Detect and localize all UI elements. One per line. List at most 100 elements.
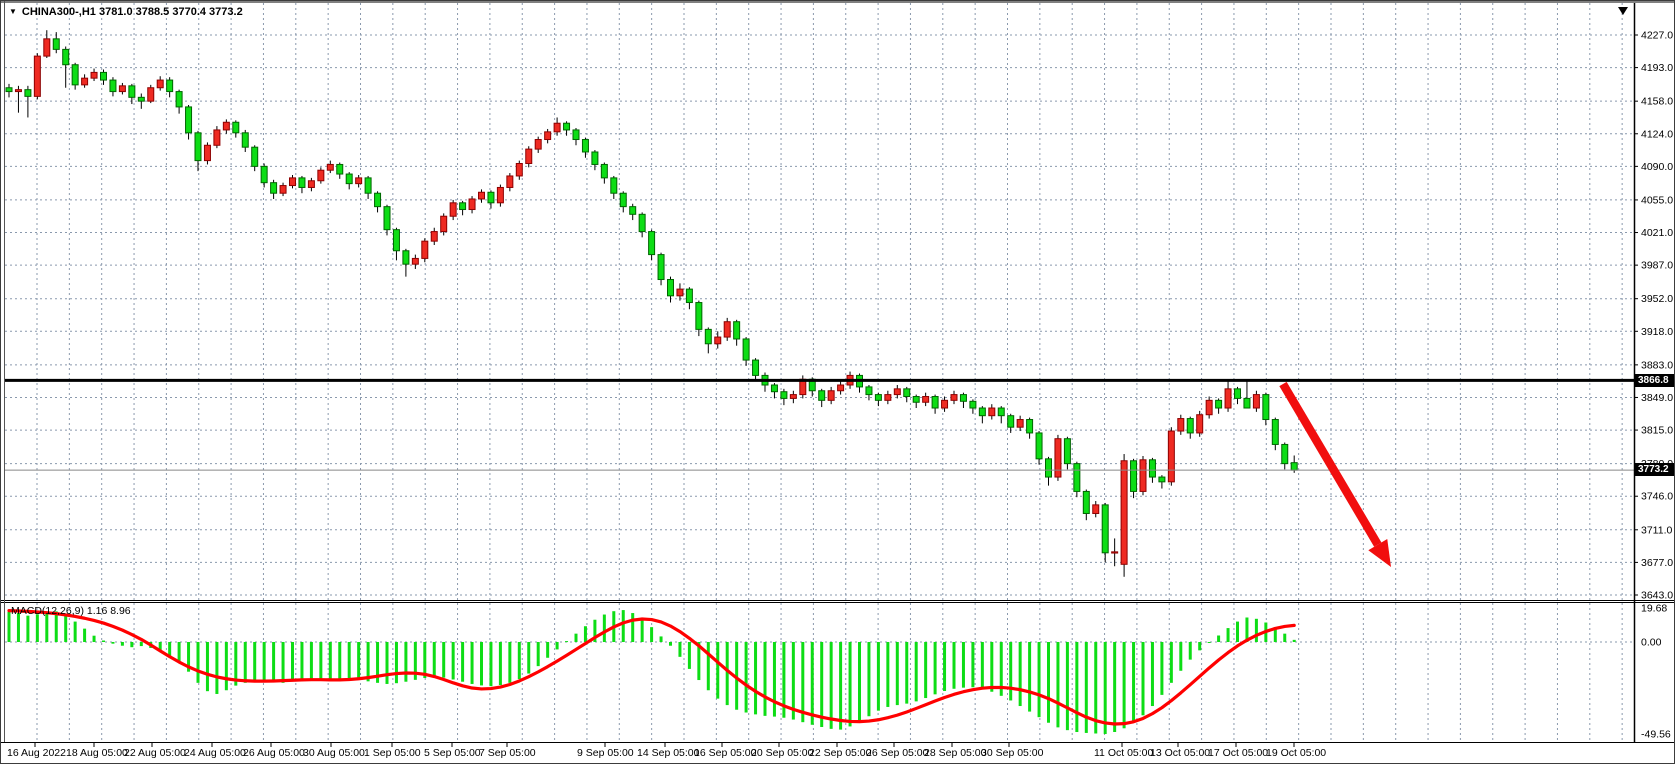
macd-histogram-bar <box>93 636 96 642</box>
candle-up <box>1140 460 1146 492</box>
candle-up <box>469 199 475 210</box>
chart-window: 4227.04193.04158.04124.04090.04055.04021… <box>0 0 1675 764</box>
macd-histogram-bar <box>461 642 464 682</box>
macd-histogram-bar <box>291 642 294 681</box>
candle-down <box>101 72 107 80</box>
price-axis-label: 3987.0 <box>1641 260 1673 272</box>
macd-histogram-bar <box>1283 634 1286 642</box>
macd-histogram-bar <box>471 642 474 684</box>
candle-down <box>299 178 305 188</box>
date-axis-label: 24 Aug 05:00 <box>184 747 246 759</box>
macd-histogram-bar <box>395 642 398 683</box>
macd-histogram-bar <box>83 629 86 642</box>
macd-histogram-bar <box>849 642 852 726</box>
price-axis-label: 4090.0 <box>1641 161 1673 173</box>
chart-shift-marker-icon <box>1618 7 1628 15</box>
candle-down <box>743 339 749 360</box>
price-axis-label: 4193.0 <box>1641 62 1673 74</box>
macd-histogram-bar <box>726 642 729 705</box>
macd-histogram-bar <box>1132 642 1135 723</box>
candle-up <box>545 132 551 140</box>
candle-down <box>129 86 135 98</box>
macd-histogram-bar <box>830 642 833 729</box>
candle-down <box>1008 416 1014 428</box>
macd-histogram-bar <box>688 642 691 669</box>
candle-down <box>63 49 69 64</box>
price-chart-canvas[interactable]: 4227.04193.04158.04124.04090.04055.04021… <box>1 1 1675 764</box>
macd-histogram-bar <box>990 642 993 692</box>
candle-up <box>280 186 286 194</box>
candle-up <box>790 395 796 399</box>
candle-up <box>479 192 485 199</box>
macd-histogram-bar <box>934 642 937 694</box>
date-axis-label: 1 Sep 05:00 <box>364 747 421 759</box>
chart-ohlc-values: 3781.0 3788.5 3770.4 3773.2 <box>99 6 243 18</box>
candle-down <box>1235 389 1241 399</box>
candle-down <box>6 88 12 92</box>
macd-histogram-bar <box>1208 642 1211 643</box>
candle-down <box>649 232 655 255</box>
macd-histogram-bar <box>1160 642 1163 695</box>
macd-histogram-bar <box>537 642 540 666</box>
macd-histogram-bar <box>102 641 105 642</box>
candle-up <box>715 337 721 344</box>
candle-down <box>639 214 645 231</box>
candle-down <box>1216 400 1222 408</box>
date-axis-label: 26 Aug 05:00 <box>243 747 305 759</box>
chart-dropdown-icon[interactable]: ▼ <box>9 7 17 16</box>
candle-up <box>204 145 210 160</box>
candle-up <box>951 395 957 401</box>
macd-histogram-bar <box>36 614 39 642</box>
candle-up <box>923 397 929 403</box>
candle-up <box>1017 420 1023 428</box>
price-axis-label: 3643.0 <box>1641 589 1673 601</box>
candle-down <box>186 107 192 133</box>
macd-histogram-bar <box>839 642 842 730</box>
candle-down <box>1282 444 1288 463</box>
candle-down <box>110 80 116 92</box>
candle-up <box>885 395 891 401</box>
candle-up <box>828 391 834 401</box>
candle-up <box>34 56 40 96</box>
candle-down <box>346 174 352 184</box>
candle-up <box>44 39 50 56</box>
macd-histogram-bar <box>442 642 445 678</box>
date-axis-label: 17 Oct 05:00 <box>1208 747 1268 759</box>
macd-histogram-bar <box>348 642 351 679</box>
chart-symbol-timeframe: CHINA300-,H1 <box>22 6 96 18</box>
macd-histogram-bar <box>45 613 48 642</box>
price-axis-label: 4124.0 <box>1641 128 1673 140</box>
macd-axis-label: 19.68 <box>1641 602 1667 614</box>
macd-histogram-bar <box>1047 642 1050 723</box>
candle-down <box>866 387 872 395</box>
candle-up <box>290 178 296 186</box>
macd-histogram-bar <box>282 642 285 683</box>
macd-histogram-bar <box>716 642 719 699</box>
candle-down <box>1131 461 1137 492</box>
macd-histogram-bar <box>896 642 899 705</box>
macd-histogram-bar <box>1142 642 1145 715</box>
candle-up <box>450 203 456 216</box>
macd-indicator-label: MACD(12,26,9) 1.16 8.96 <box>11 605 131 617</box>
macd-histogram-bar <box>168 642 171 656</box>
macd-histogram-bar <box>225 642 228 690</box>
date-axis-label: 26 Sep 05:00 <box>866 747 929 759</box>
candle-down <box>195 133 201 161</box>
macd-histogram-bar <box>556 642 559 649</box>
price-axis-label: 3746.0 <box>1641 491 1673 503</box>
macd-histogram-bar <box>981 642 984 689</box>
price-axis-label: 4227.0 <box>1641 30 1673 42</box>
candle-up <box>497 187 503 202</box>
price-axis-label: 3815.0 <box>1641 425 1673 437</box>
macd-histogram-bar <box>1038 642 1041 717</box>
candle-up <box>1206 400 1212 414</box>
macd-histogram-bar <box>480 642 483 685</box>
macd-histogram-bar <box>584 626 587 642</box>
macd-histogram-bar <box>707 642 710 690</box>
macd-histogram-bar <box>924 642 927 698</box>
candle-down <box>960 395 966 402</box>
date-axis[interactable]: 16 Aug 202218 Aug 05:0022 Aug 05:0024 Au… <box>7 743 1326 759</box>
candle-down <box>25 90 31 97</box>
candle-down <box>337 164 343 174</box>
macd-histogram-bar <box>801 642 804 722</box>
